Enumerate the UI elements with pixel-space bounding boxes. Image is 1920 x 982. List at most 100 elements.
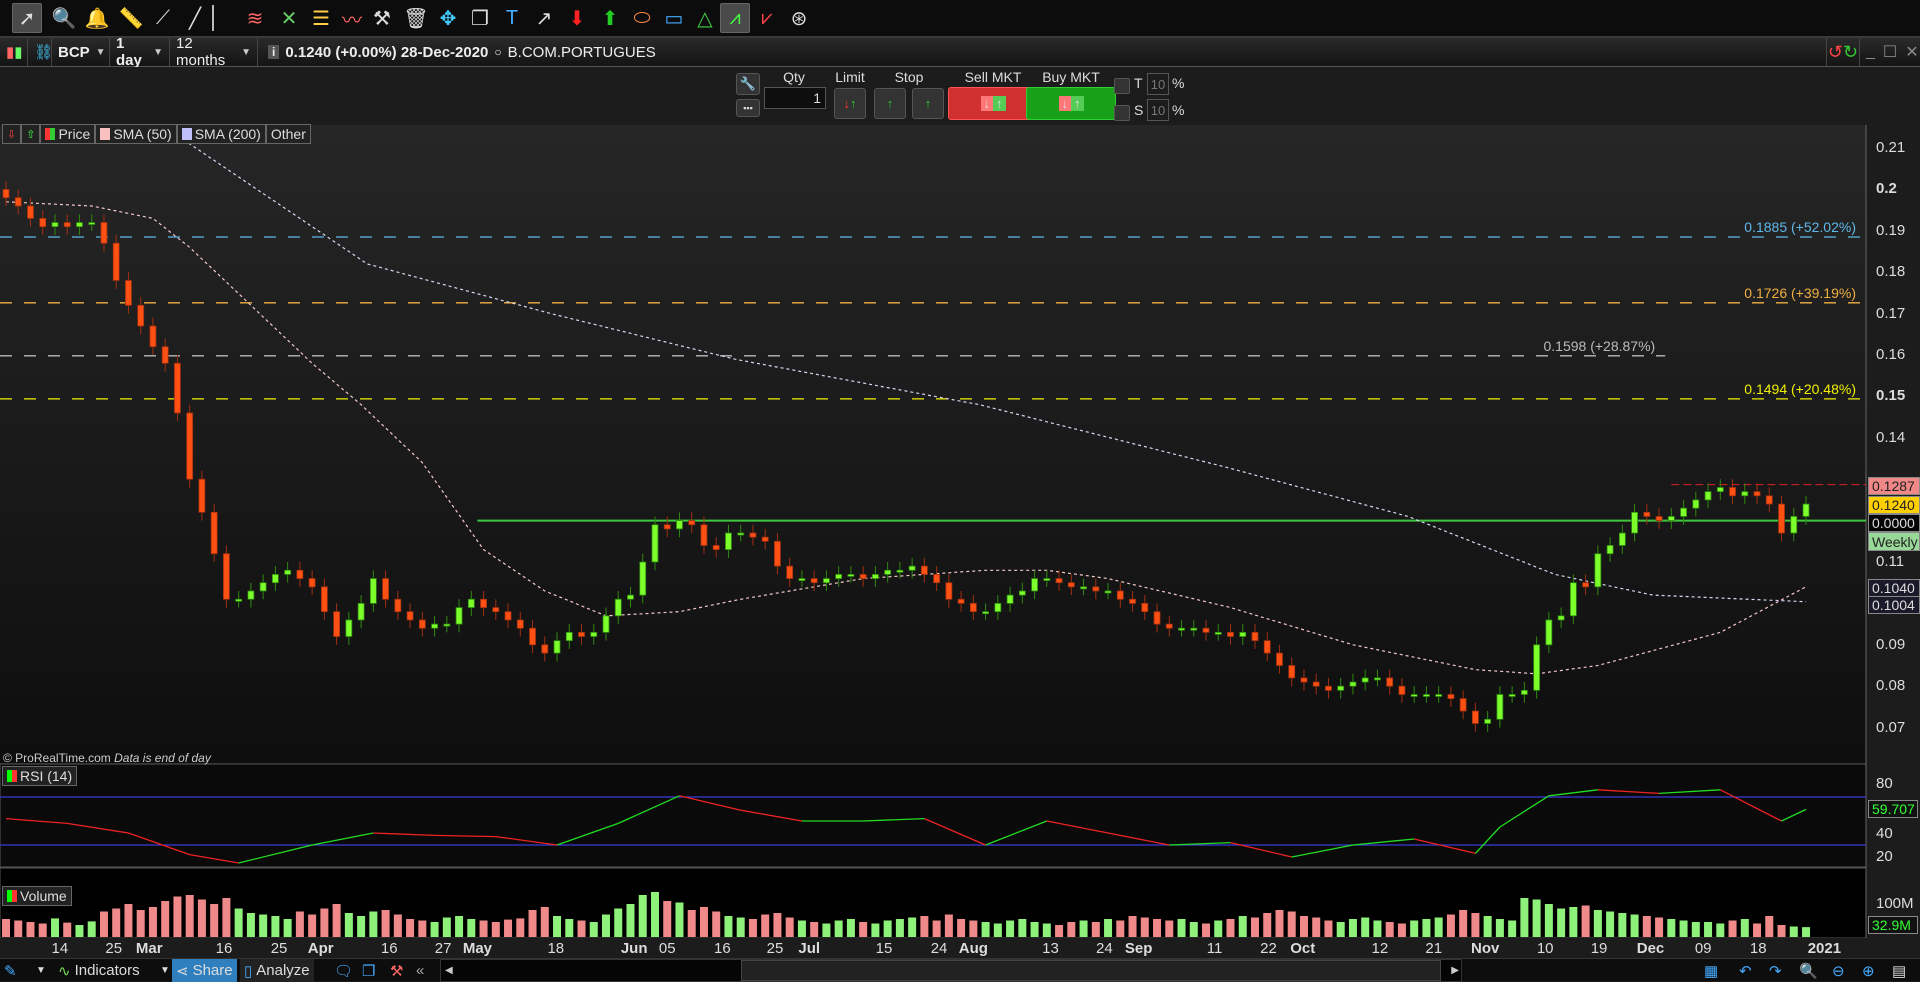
legend-down-icon[interactable]: ⇩ [2,124,22,144]
candle [541,644,549,654]
volume-bar [675,902,684,937]
price-tick: 0.14 [1876,428,1906,446]
windows-icon[interactable]: ❐ [358,959,379,982]
candle [639,561,647,596]
volume-bar [197,899,206,937]
zoom-vertical-icon[interactable]: 🔍 [1795,959,1822,982]
candle [320,586,328,613]
candle [1153,611,1161,625]
candle [1802,503,1810,517]
pen-icon[interactable]: ✎ [0,959,21,982]
volume-bar [736,917,745,937]
calendar-icon[interactable]: ▦ [1700,959,1722,982]
volume-bar [467,919,476,937]
volume-bar [1716,923,1725,937]
volume-bar [1312,917,1321,937]
candle [786,565,794,579]
volume-bar [516,918,525,937]
volume-bar [1128,916,1137,937]
rsi-legend[interactable]: RSI (14) [2,766,78,786]
legend-sma50[interactable]: SMA (50) [95,124,177,144]
candle [1276,652,1283,666]
candle [1300,677,1308,683]
candle [137,304,145,327]
analyze-button[interactable]: ▯ Analyze [240,959,314,982]
candle [369,578,377,604]
volume-bar [455,916,464,937]
share-button[interactable]: ⋖ Share [172,959,237,982]
legend-sma50-label: SMA (50) [113,126,172,142]
price-chart[interactable]: 0.1885 (+52.02%) 0.1726 (+39.19%) 0.1598 (… [0,0,1920,981]
volume-bar [1459,910,1468,937]
legend-price[interactable]: Price [40,124,96,144]
volume-bar [1606,911,1615,937]
candle [529,627,536,646]
pen-menu-chevron-icon[interactable]: ▼ [32,959,50,982]
candle [676,520,683,530]
price-level-label: 0.1726 (+39.19%) [1744,285,1856,301]
candle [761,536,769,542]
candle [14,197,22,207]
candle [957,598,965,604]
zoom-out-icon[interactable]: ⊖ [1828,959,1849,982]
scroll-right-icon[interactable]: ▶ [1451,965,1459,976]
volume-bar [650,892,659,937]
more-icon[interactable]: ▤ [1888,959,1910,982]
volume-bar [1667,919,1676,937]
candle [884,569,892,575]
candle [1753,491,1761,497]
volume-bar [1177,919,1186,937]
rsi-label: RSI (14) [20,768,73,784]
candle [51,222,59,228]
volume-bar [1618,913,1627,937]
volume-bar [1165,920,1174,937]
candle [578,631,585,637]
candle [1716,487,1724,493]
candle [88,222,96,225]
comment-icon[interactable]: 🗨 [330,959,357,982]
volume-bar [638,895,647,937]
volume-legend[interactable]: Volume [2,886,72,906]
collapse-button[interactable]: « [412,959,428,982]
candle [431,623,438,629]
volume-bar [981,922,990,937]
candle [345,619,353,637]
volume-bar [1765,916,1774,937]
volume-bar [944,914,953,937]
volume-bar [1655,917,1664,937]
price-tick: 0.18 [1876,263,1906,281]
volume-bar [332,904,341,937]
date-tick: Apr [307,940,334,957]
legend-other[interactable]: Other [265,124,311,144]
undo-icon[interactable]: ↶ [1735,959,1756,982]
date-tick: Dec [1636,940,1665,957]
horizontal-scrollbar[interactable]: ◀ ▶ [440,959,1462,982]
volume-bar [1079,920,1088,937]
indicators-button[interactable]: ∿ Indicators [54,959,144,982]
candle [1251,631,1259,642]
candle [1594,553,1602,588]
weekly-box[interactable]: Weekly [1868,532,1920,551]
candle [602,615,610,633]
candle [284,569,292,575]
volume-bar [14,920,23,937]
volume-bar [75,925,84,937]
volume-bar [1569,907,1578,937]
scrollbar-thumb[interactable] [741,960,1441,981]
legend-up-icon[interactable]: ⇧ [21,124,41,144]
candle [1520,689,1528,695]
candle [1508,694,1516,697]
volume-bar [602,914,611,937]
volume-value-box: 32.9M [1868,916,1918,934]
date-tick: 16 [380,940,398,957]
tools-icon[interactable]: ⚒ [386,959,407,982]
volume-bar [1104,919,1113,937]
scroll-left-icon[interactable]: ◀ [441,965,457,976]
redo-icon[interactable]: ↷ [1765,959,1786,982]
volume-bar [1728,920,1737,937]
legend-sma200[interactable]: SMA (200) [176,124,266,144]
candle [1067,582,1075,588]
volume-bar [1544,904,1553,937]
date-tick: 24 [930,940,948,957]
zoom-in-icon[interactable]: ⊕ [1858,959,1879,982]
